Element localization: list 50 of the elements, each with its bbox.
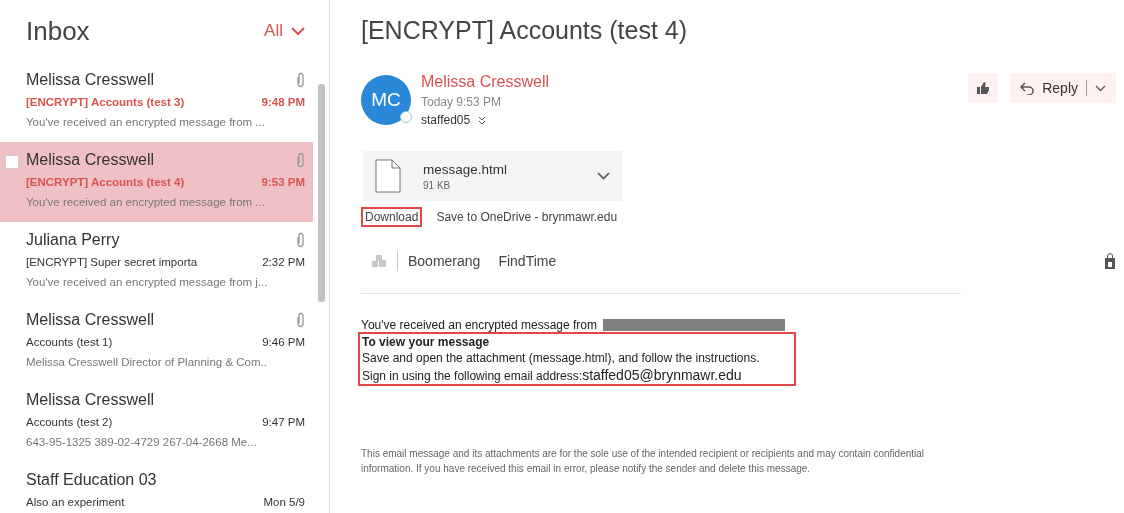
message-preview: Melissa Cresswell Director of Planning & Com.. (26, 355, 268, 370)
sender-name: Melissa Cresswell (26, 311, 155, 329)
filter-dropdown[interactable]: All (264, 21, 305, 41)
message-time: 9:48 PM (261, 96, 305, 108)
reply-button[interactable]: Reply (1010, 73, 1116, 103)
message-time: 9:53 PM (261, 176, 305, 188)
sender-name: Melissa Cresswell (26, 151, 155, 169)
message-item[interactable]: Melissa Cresswell [ENCRYPT] Accounts (test 4) 9:53 PM You've received an encrypted message from ... (0, 142, 313, 222)
addin-button[interactable]: FindTime (498, 253, 557, 269)
attachment-size: 91 KB (423, 179, 452, 191)
folder-title: Inbox (26, 15, 90, 47)
sender-name: Staff Education 03 (26, 471, 157, 489)
attachment-link[interactable]: Save to OneDrive - brynmawr.edu (432, 207, 622, 227)
message-date: Today 9:53 PM (421, 95, 503, 109)
body-text: You've received an encrypted message from (361, 318, 597, 332)
message-time: Mon 5/9 (263, 496, 305, 508)
message-preview: You've received an encrypted message from ... (26, 115, 266, 130)
sender-name: Melissa Cresswell (26, 391, 155, 409)
message-time: 9:47 PM (262, 416, 305, 428)
message-preview: You've received an encrypted message from j... (26, 275, 269, 290)
message-item[interactable]: Melissa Cresswell Accounts (test 1) 9:46 PM Melissa Cresswell Director of Planning & Com.. (0, 302, 313, 382)
message-item[interactable]: Staff Education 03 Also an experiment Mon 5/9 (0, 462, 313, 513)
recipient[interactable]: staffed05 (421, 113, 471, 127)
instructions-heading: To view your message (362, 335, 491, 349)
addin-button[interactable]: Boomerang (408, 253, 481, 269)
attachment-name: message.html (423, 161, 509, 177)
message-title: [ENCRYPT] Accounts (test 4) (361, 16, 689, 46)
avatar: MC (361, 75, 411, 125)
body-text: Save and open the attachment (message.html), and follow the instructions. (362, 351, 760, 365)
sender-name: Juliana Perry (26, 231, 120, 249)
message-preview: You've received an encrypted message from ... (26, 195, 266, 210)
attachment-card[interactable]: message.html 91 KB (363, 151, 622, 201)
body-text: Sign in using the following email address: (362, 369, 583, 383)
sender-name: Melissa Cresswell (26, 71, 155, 89)
message-subject: Also an experiment (26, 496, 125, 508)
message-item[interactable]: Juliana Perry [ENCRYPT] Super secret importa 2:32 PM You've received an encrypted message from j... (0, 222, 313, 302)
message-time: 9:46 PM (262, 336, 305, 348)
disclaimer-text: This email message and its attachments are for the sole use of the intended recipient or recipients and may contain confidential information. If you have received this email in error, please notify the sender and delete this message. (361, 447, 926, 476)
attachment-link[interactable]: Download (361, 207, 423, 227)
message-preview: 643-95-1325 389-02-4729 267-04-2668 Me... (26, 435, 258, 450)
message-subject: [ENCRYPT] Accounts (test 3) (26, 96, 185, 108)
email-address: staffed05@brynmawr.edu (582, 367, 742, 383)
message-time: 2:32 PM (262, 256, 305, 268)
message-subject: Accounts (test 1) (26, 336, 113, 348)
message-item[interactable]: Melissa Cresswell Accounts (test 2) 9:47 PM 643-95-1325 389-02-4729 267-04-2668 Me... (0, 382, 313, 462)
message-subject: Accounts (test 2) (26, 416, 113, 428)
message-item[interactable]: Melissa Cresswell [ENCRYPT] Accounts (test 3) 9:48 PM You've received an encrypted message from ... (0, 62, 313, 142)
sender-name[interactable]: Melissa Cresswell (421, 73, 969, 91)
message-subject: [ENCRYPT] Super secret importa (26, 256, 198, 268)
message-subject: [ENCRYPT] Accounts (test 4) (26, 176, 185, 188)
